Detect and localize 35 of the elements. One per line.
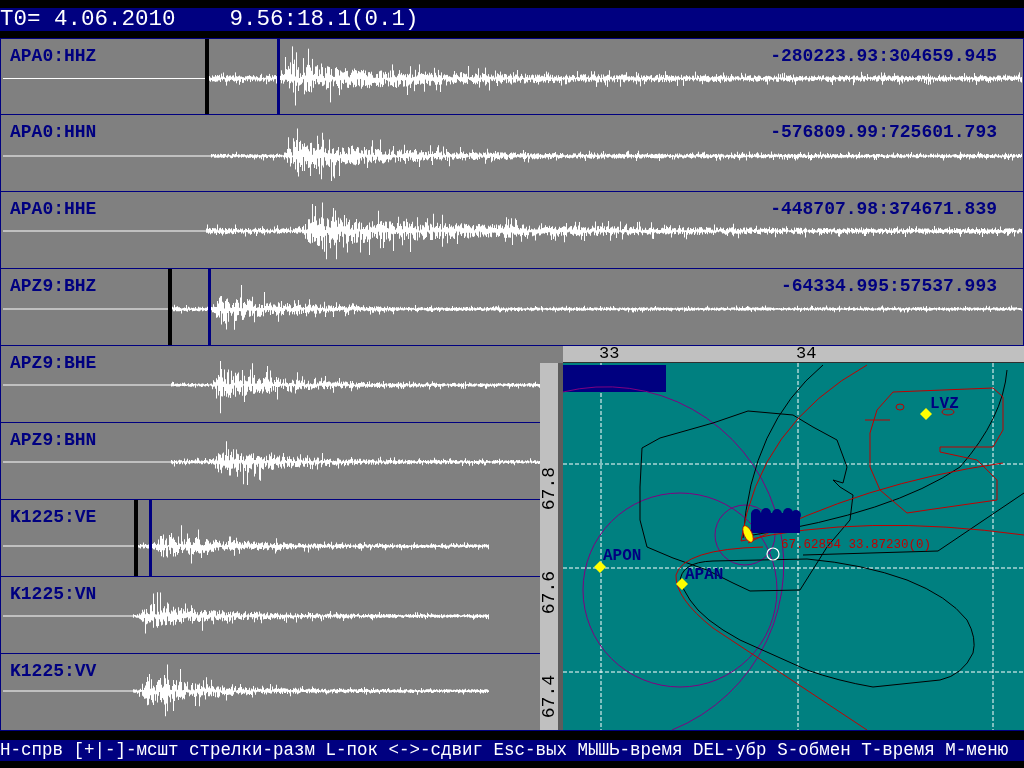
shortcut-hints: H-спрв [+|-]-мсшт стрелки-разм L-пок <->-сдвиг Esc-вых МЫШЬ-время DEL-убр S-обмен T-время M-меню	[0, 740, 1009, 761]
channel-label: K1225:VE	[10, 507, 97, 527]
amplitude-range: -576809.99:725601.793	[770, 122, 997, 142]
event-coordinates: 67.62854 33.87230(0)	[781, 538, 932, 552]
channel-label: APA0:HHZ	[10, 46, 97, 66]
pick-marker[interactable]	[277, 39, 280, 114]
axis-tick-label: 67.6	[540, 571, 558, 615]
channel-label: APA0:HHN	[10, 122, 97, 142]
pick-marker[interactable]	[149, 500, 152, 576]
station-marker-icon[interactable]	[920, 408, 932, 420]
pick-marker[interactable]	[134, 500, 138, 576]
pick-marker[interactable]	[208, 269, 211, 345]
axis-tick-label: 34	[796, 346, 817, 362]
axis-tick-label: 67.8	[540, 467, 558, 511]
origin-time: T0= 4.06.2010 9.56:18.1(0.1)	[0, 8, 419, 31]
ellipse-marker-icon	[742, 525, 754, 543]
event-cluster	[751, 508, 801, 533]
channel-label: APZ9:BHN	[10, 430, 97, 450]
station-label: LVZ	[930, 395, 959, 413]
channel-label: APZ9:BHE	[10, 353, 97, 373]
axis-tick-label: 67.4	[540, 675, 558, 719]
station-marker-icon[interactable]	[594, 561, 606, 573]
amplitude-range: -280223.93:304659.945	[770, 46, 997, 66]
amplitude-range: -64334.995:57537.993	[780, 276, 997, 296]
amplitude-range: -448707.98:374671.839	[770, 199, 997, 219]
channel-label: K1225:VV	[10, 661, 97, 681]
pick-marker[interactable]	[168, 269, 172, 345]
axis-tick-label: 33	[599, 346, 620, 362]
channel-label: APA0:HHE	[10, 199, 97, 219]
epicenter-ring-icon	[766, 547, 780, 561]
station-label: APAN	[685, 566, 724, 584]
channel-label: K1225:VN	[10, 584, 97, 604]
pick-marker[interactable]	[205, 39, 209, 114]
station-label: APON	[603, 547, 642, 565]
channel-label: APZ9:BHZ	[10, 276, 97, 296]
